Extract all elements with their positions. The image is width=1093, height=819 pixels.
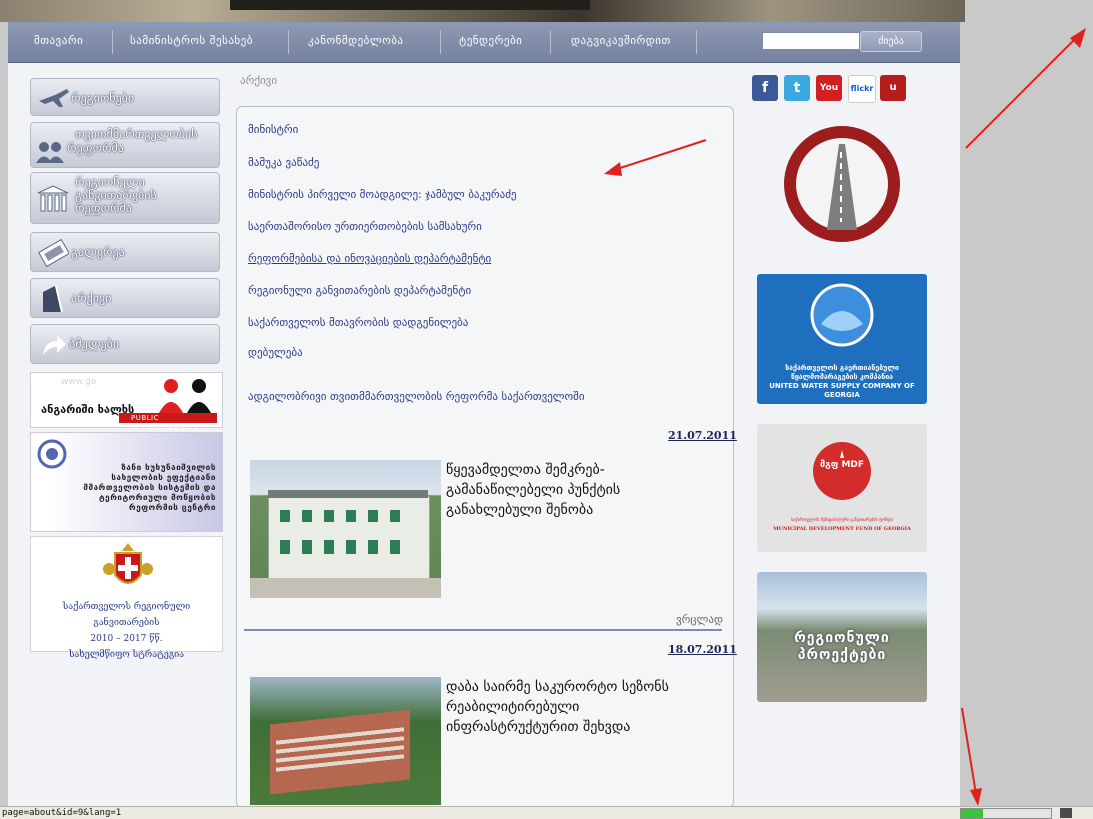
top-nav: მთავარი სამინისტროს შესახებ კანონმდებლობ… xyxy=(8,22,960,63)
public-accountability-banner[interactable]: www.ge ანგარიში ხალხს PUBLIC ACCOUNTABIL… xyxy=(30,372,223,432)
sidebar-item-gallery[interactable]: გალერეა xyxy=(30,232,220,272)
banner-line: საქართველოს მუნიციპალური განვითარების ფო… xyxy=(791,517,893,522)
film-icon xyxy=(38,238,69,268)
link-local-self-government-reform[interactable]: ადგილობრივი თვითმმართველობის რეფორმა საქ… xyxy=(248,390,585,403)
page-container: მთავარი სამინისტროს შესახებ კანონმდებლობ… xyxy=(8,22,960,808)
columns-icon xyxy=(37,185,69,212)
banner-line: რეგიონული xyxy=(794,630,890,646)
link-minister[interactable]: მინისტრი xyxy=(248,123,298,136)
banner-line: პროექტები xyxy=(797,647,887,663)
nav-home[interactable]: მთავარი xyxy=(34,34,83,47)
annotation-arrow xyxy=(965,28,1086,149)
loading-progress xyxy=(960,808,1052,819)
nav-tenders[interactable]: ტენდერები xyxy=(459,34,522,47)
water-logo-icon xyxy=(810,283,874,347)
facebook-icon[interactable]: f xyxy=(752,75,778,101)
link-first-deputy[interactable]: მინისტრის პირველი მოადგილე: ჯამბულ ბაკურ… xyxy=(248,188,517,201)
mdf-logo-icon xyxy=(813,442,871,500)
twitter-icon[interactable]: t xyxy=(784,75,810,101)
sidebar-item-label: რეფორმა xyxy=(75,201,132,215)
sidebar-item-label: ბმულები xyxy=(69,337,120,351)
sidebar-item-label: რეფორმა xyxy=(67,141,124,155)
sidebar-item-label: არქივი xyxy=(71,291,112,305)
banner-line: ზანი ხუხუნაიშვილის xyxy=(121,463,216,472)
banner-line: UNITED WATER SUPPLY COMPANY OF GEORGIA xyxy=(769,382,915,399)
regional-projects-banner[interactable]: რეგიონული პროექტები xyxy=(757,572,927,702)
sidebar-item-self-government-reform[interactable]: თვითმმართველობის რეფორმა xyxy=(30,122,220,168)
breadcrumb[interactable]: არქივი xyxy=(240,74,277,87)
banner-line: საქართველოს გაერთიანებული xyxy=(785,364,899,372)
read-more-link[interactable]: ვრცლად xyxy=(676,613,723,626)
sidebar-item-label: გალერეა xyxy=(71,245,125,259)
archive-icon xyxy=(43,286,63,312)
banner-line: ტერიტორიული მოწყობის xyxy=(98,493,216,502)
governance-reform-center-banner[interactable]: ზანი ხუხუნაიშვილის სახელობის ეფექტიანი მ… xyxy=(30,432,223,532)
sidebar-item-regions[interactable]: რეგიონები xyxy=(30,78,220,116)
nav-legislation[interactable]: კანონმდებლობა xyxy=(308,34,404,47)
youtube-icon[interactable]: You xyxy=(816,75,842,101)
united-water-banner[interactable]: საქართველოს გაერთიანებული წყალმომარაგები… xyxy=(757,274,927,404)
link-mamuka-vatsadze[interactable]: მამუკა ვაწაძე xyxy=(248,156,319,169)
link-government-resolution[interactable]: საქართველოს მთავრობის დადგენილება xyxy=(248,316,468,329)
roads-department-banner[interactable] xyxy=(757,122,927,246)
banner-line: მმართველობის სისტემის და xyxy=(83,483,216,492)
plane-icon xyxy=(39,89,69,107)
banner-line: სახელობის ეფექტიანი xyxy=(111,473,216,482)
banner-line: სახელმწიფო სტრატეგია xyxy=(68,650,185,660)
roads-seal-icon xyxy=(784,126,900,242)
link-reforms-innovation-dept[interactable]: რეფორმებისა და ინოვაციების დეპარტამენტი xyxy=(248,252,491,265)
news-image[interactable] xyxy=(250,460,441,598)
banner-line: საქართველოს რეგიონული განვითარების xyxy=(62,602,191,628)
nav-contact[interactable]: დაგვიკავშირდით xyxy=(571,34,671,47)
news-title[interactable]: წყევამდელთა შემკრებ-გამანაწილებელი პუნქტ… xyxy=(446,460,716,520)
watermark: www.ge xyxy=(61,377,97,387)
sidebar-item-regional-development-reform[interactable]: რეგიონული განვითარების რეფორმა xyxy=(30,172,220,224)
ustream-icon[interactable]: u xyxy=(880,75,906,101)
banner-line: 2010 – 2017 წწ. xyxy=(90,634,163,644)
link-international-relations[interactable]: საერთაშორისო ურთიერთობების სამსახური xyxy=(248,220,482,233)
mdf-logo-text: მგფ MDF xyxy=(819,460,865,470)
flickr-icon[interactable]: flickr xyxy=(848,75,876,103)
status-url: page=about&id=9&lang=1 xyxy=(2,808,122,818)
banner-line: რეფორმის ცენტრი xyxy=(129,503,216,512)
sidebar-item-label: თვითმმართველობის xyxy=(75,127,198,141)
sidebar-item-label: რეგიონები xyxy=(71,91,135,105)
search-button[interactable]: ძიება xyxy=(860,31,922,52)
coat-of-arms-icon xyxy=(103,543,153,584)
divider xyxy=(244,629,722,631)
people-icon xyxy=(36,142,64,163)
people-logo-icon xyxy=(159,379,211,413)
arrow-icon xyxy=(43,335,66,355)
link-regulation[interactable]: დებულება xyxy=(248,346,303,359)
header-photo-strip xyxy=(0,0,965,22)
nav-about[interactable]: სამინისტროს შესახებ xyxy=(130,34,253,47)
mdf-banner[interactable]: მგფ MDF საქართველოს მუნიციპალური განვითა… xyxy=(757,424,927,552)
browser-status-bar: page=about&id=9&lang=1 xyxy=(0,806,1093,819)
news-date: 18.07.2011 xyxy=(668,643,737,656)
search-input[interactable] xyxy=(762,32,860,50)
news-image[interactable] xyxy=(250,677,441,805)
regional-strategy-banner[interactable]: საქართველოს რეგიონული განვითარების 2010 … xyxy=(30,536,223,660)
sidebar-item-links[interactable]: ბმულები xyxy=(30,324,220,364)
news-date: 21.07.2011 xyxy=(668,429,737,442)
center-logo-icon xyxy=(37,439,67,469)
banner-line: MUNICIPAL DEVELOPMENT FUND OF GEORGIA xyxy=(773,526,911,532)
link-regional-development-dept[interactable]: რეგიონული განვითარების დეპარტამენტი xyxy=(248,284,471,297)
sidebar-item-archive[interactable]: არქივი xyxy=(30,278,220,318)
banner-subtitle: PUBLIC ACCOUNTABILITY xyxy=(131,414,199,432)
banner-line: წყალმომარაგების კომპანია xyxy=(790,373,894,381)
status-icon[interactable] xyxy=(1060,808,1072,818)
news-title[interactable]: დაბა საირმე საკურორტო სეზონს რეაბილიტირე… xyxy=(446,677,716,737)
